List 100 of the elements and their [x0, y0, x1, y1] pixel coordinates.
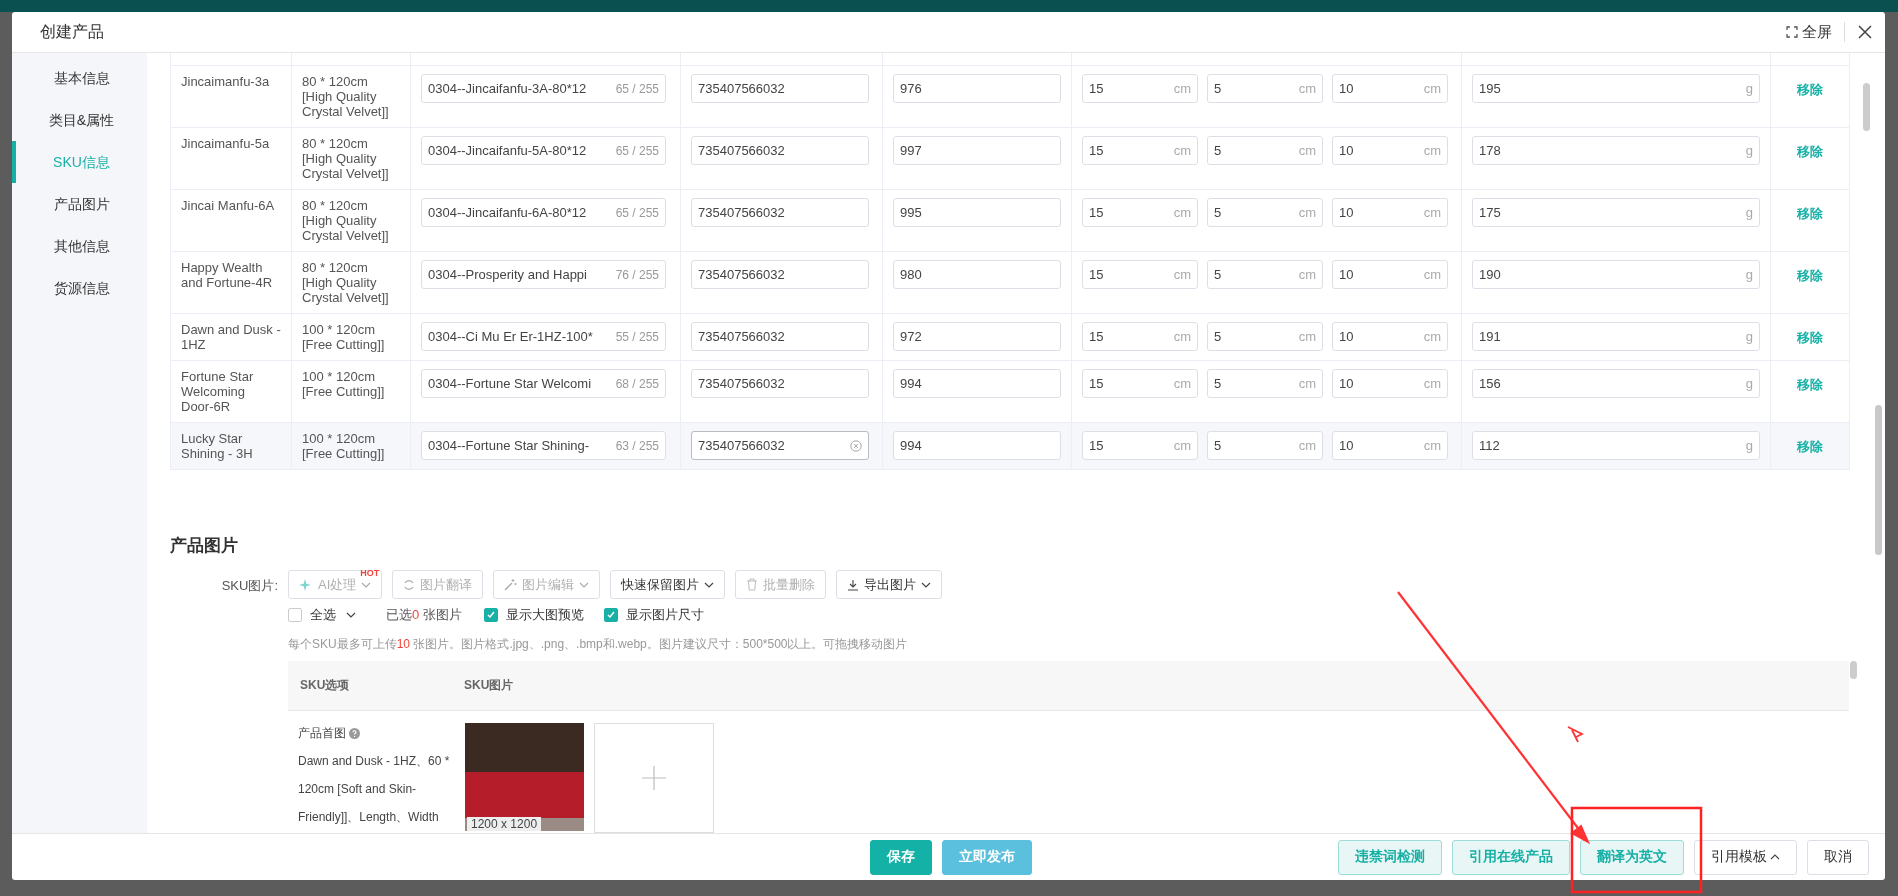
- sku-code-field[interactable]: 0304--Jincaifanfu-6A-80*12 65 / 255: [421, 198, 666, 227]
- dimension-field[interactable]: 10 cm: [1332, 322, 1448, 351]
- caret-icon: [704, 581, 715, 588]
- unit-label: g: [1745, 329, 1753, 344]
- close-icon[interactable]: [1857, 24, 1873, 40]
- dimension-field[interactable]: 5 cm: [1207, 322, 1323, 351]
- dimension-field[interactable]: 15 cm: [1082, 136, 1198, 165]
- sku-name: Happy Wealth and Fortune-4R: [181, 260, 274, 290]
- sku-name: Lucky Star Shining - 3H: [181, 431, 254, 461]
- stock-field[interactable]: 976: [893, 74, 1061, 103]
- sidebar-item[interactable]: 其他信息: [12, 225, 147, 267]
- stock-field[interactable]: 972: [893, 322, 1061, 351]
- scrollbar-thumb[interactable]: [1863, 83, 1870, 131]
- sku-code-field[interactable]: 0304--Jincaifanfu-3A-80*12 65 / 255: [421, 74, 666, 103]
- stock-field[interactable]: 997: [893, 136, 1061, 165]
- dimension-field[interactable]: 5 cm: [1207, 198, 1323, 227]
- unit-label: cm: [1298, 143, 1316, 158]
- stock-field[interactable]: 980: [893, 260, 1061, 289]
- char-count: 65 / 255: [614, 205, 659, 220]
- sku-spec: 100 * 120cm [Free Cutting]]: [302, 369, 386, 399]
- dimension-field[interactable]: 15 cm: [1082, 322, 1198, 351]
- caret-icon[interactable]: [346, 612, 356, 618]
- dimension-field[interactable]: 15 cm: [1082, 74, 1198, 103]
- unit-label: cm: [1298, 205, 1316, 220]
- sidebar-item[interactable]: 货源信息: [12, 267, 147, 309]
- dimension-field[interactable]: 5 cm: [1207, 431, 1323, 460]
- add-image-button[interactable]: [594, 723, 714, 833]
- column-header: SKU选项: [299, 677, 351, 694]
- weight-field[interactable]: 191 g: [1472, 322, 1760, 351]
- sku-name: Fortune Star Welcoming Door-6R: [181, 369, 255, 414]
- dimension-field[interactable]: 5 cm: [1207, 136, 1323, 165]
- weight-field[interactable]: 112 g: [1472, 431, 1760, 460]
- clear-icon[interactable]: [850, 439, 862, 452]
- dimension-field[interactable]: 10 cm: [1332, 198, 1448, 227]
- sku-code-field[interactable]: 0304--Jincaifanfu-5A-80*12 65 / 255: [421, 136, 666, 165]
- unit-label: g: [1745, 205, 1753, 220]
- sidebar-item[interactable]: 类目&属性: [12, 99, 147, 141]
- weight-field[interactable]: 156 g: [1472, 369, 1760, 398]
- dimension-field[interactable]: 15 cm: [1082, 431, 1198, 460]
- action-button[interactable]: 引用模板: [1694, 839, 1797, 875]
- fullscreen-button[interactable]: 全屏: [1786, 22, 1832, 42]
- dimension-field[interactable]: 15 cm: [1082, 198, 1198, 227]
- unit-label: cm: [1298, 438, 1316, 453]
- dimension-field[interactable]: 5 cm: [1207, 369, 1323, 398]
- weight-field[interactable]: 190 g: [1472, 260, 1760, 289]
- sidebar-item[interactable]: 基本信息: [12, 57, 147, 99]
- column-header: SKU图片: [464, 677, 514, 694]
- dimension-field[interactable]: 10 cm: [1332, 260, 1448, 289]
- unit-label: g: [1745, 143, 1753, 158]
- caret-icon: [1770, 854, 1780, 860]
- trash-icon: [746, 578, 759, 591]
- barcode-field[interactable]: 735407566032: [691, 260, 869, 289]
- barcode-field[interactable]: 735407566032: [691, 322, 869, 351]
- option-label: 产品首图: [298, 724, 346, 742]
- checkbox[interactable]: 全选: [288, 606, 336, 624]
- char-count: 76 / 255: [614, 267, 659, 282]
- unit-label: cm: [1173, 205, 1191, 220]
- weight-field[interactable]: 195 g: [1472, 74, 1760, 103]
- help-icon[interactable]: [349, 727, 360, 739]
- dimension-field[interactable]: 10 cm: [1332, 369, 1448, 398]
- scrollbar-thumb[interactable]: [1875, 405, 1882, 555]
- barcode-field[interactable]: 735407566032: [691, 198, 869, 227]
- sku-spec: 80 * 120cm [High Quality Crystal Velvet]]: [302, 198, 390, 243]
- sku-name: Jincaimanfu-3a: [181, 74, 270, 89]
- dimension-field[interactable]: 10 cm: [1332, 136, 1448, 165]
- sku-code-field[interactable]: 0304--Fortune Star Welcomi 68 / 255: [421, 369, 666, 398]
- weight-field[interactable]: 175 g: [1472, 198, 1760, 227]
- dimension-field[interactable]: 15 cm: [1082, 260, 1198, 289]
- dimension-field[interactable]: 10 cm: [1332, 74, 1448, 103]
- checkbox[interactable]: 显示大图预览: [483, 606, 584, 624]
- sku-spec: 100 * 120cm [Free Cutting]]: [302, 431, 386, 461]
- photo-placeholder[interactable]: 1200 x 1200: [465, 723, 584, 831]
- sku-code-field[interactable]: 0304--Prosperity and Happi 76 / 255: [421, 260, 666, 289]
- scrollbar-thumb[interactable]: [1850, 661, 1857, 679]
- sidebar-item[interactable]: 产品图片: [12, 183, 147, 225]
- barcode-field[interactable]: 735407566032: [691, 369, 869, 398]
- option-description: Dawn and Dusk - 1HZ、60 * 120cm [Soft and Skin-Friendly]]、Length、Width: [298, 753, 451, 826]
- sku-code-field[interactable]: 0304--Fortune Star Shining- 63 / 255: [421, 431, 666, 460]
- dimension-field[interactable]: 5 cm: [1207, 74, 1323, 103]
- sku-name: Jincai Manfu-6A: [181, 198, 275, 213]
- unit-label: cm: [1173, 438, 1191, 453]
- toolbar-button[interactable]: 导出图片: [836, 570, 943, 599]
- dimension-field[interactable]: 15 cm: [1082, 369, 1198, 398]
- dimension-field[interactable]: 5 cm: [1207, 260, 1323, 289]
- barcode-field[interactable]: 735407566032: [691, 74, 869, 103]
- toolbar-button[interactable]: 快速保留图片: [610, 570, 726, 599]
- weight-field[interactable]: 178 g: [1472, 136, 1760, 165]
- sku-name: Dawn and Dusk - 1HZ: [181, 322, 281, 352]
- dimension-field[interactable]: 10 cm: [1332, 431, 1448, 460]
- checkbox[interactable]: 显示图片尺寸: [603, 606, 704, 624]
- dialog-title: 创建产品: [40, 21, 104, 42]
- stock-field[interactable]: 994: [893, 431, 1061, 460]
- action-button[interactable]: 取消: [1807, 839, 1869, 875]
- barcode-field[interactable]: 735407566032: [691, 136, 869, 165]
- sku-code-field[interactable]: 0304--Ci Mu Er Er-1HZ-100* 55 / 255: [421, 322, 666, 351]
- sku-spec: 100 * 120cm [Free Cutting]]: [302, 322, 386, 352]
- barcode-field[interactable]: 735407566032: [691, 431, 869, 460]
- stock-field[interactable]: 994: [893, 369, 1061, 398]
- stock-field[interactable]: 995: [893, 198, 1061, 227]
- unit-label: cm: [1173, 81, 1191, 96]
